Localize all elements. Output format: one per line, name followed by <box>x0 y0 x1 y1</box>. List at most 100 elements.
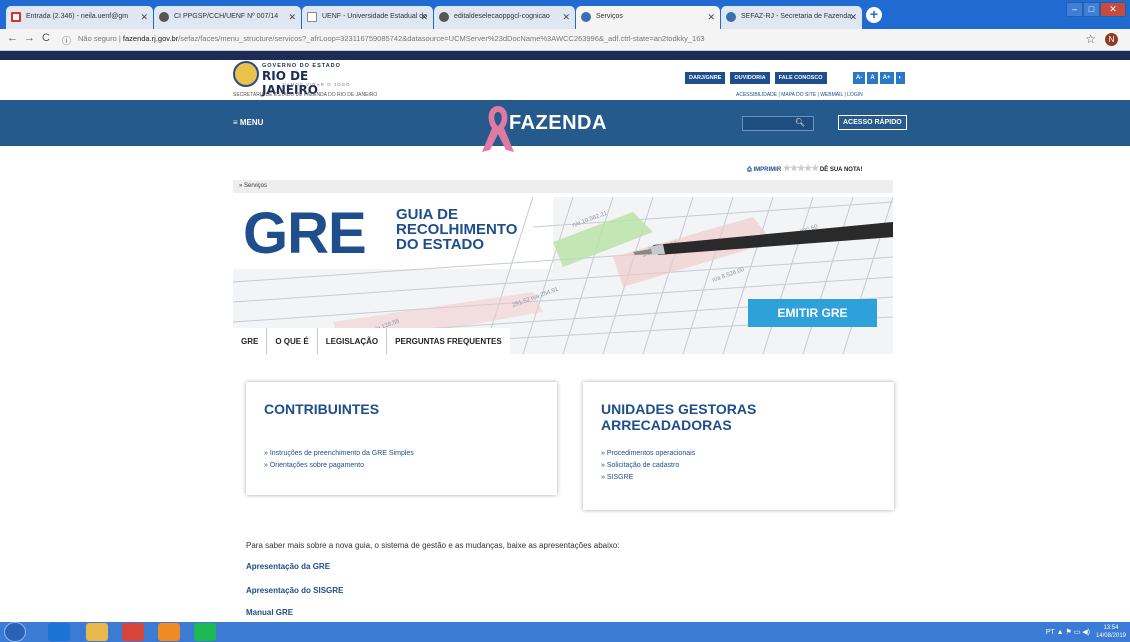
darj-gnre-button[interactable]: DARJ/GNRE <box>685 72 726 84</box>
close-tab-icon[interactable]: ✕ <box>849 12 857 23</box>
windows-taskbar: PT ▲ ⚑ ▭ ◀) 13:54 14/08/2019 <box>0 622 1130 642</box>
profile-avatar[interactable]: N <box>1105 33 1118 46</box>
font-normal-button[interactable]: A <box>867 72 878 84</box>
link-orientacoes[interactable]: » Orientações sobre pagamento <box>264 460 414 472</box>
card-title: CONTRIBUINTES <box>264 401 380 417</box>
spotify-icon[interactable] <box>194 623 216 641</box>
link-sisgre[interactable]: » SISGRE <box>601 472 695 484</box>
internet-explorer-icon[interactable] <box>48 623 70 641</box>
firefox-icon[interactable] <box>158 623 180 641</box>
download-apresentacao-gre[interactable]: Apresentação da GRE <box>246 562 330 571</box>
tab-o-que-e[interactable]: O QUE É <box>267 328 318 354</box>
font-decrease-button[interactable]: A- <box>853 72 866 84</box>
flag-icon[interactable]: ⚑ <box>1065 629 1073 636</box>
search-input[interactable]: 🔍︎ <box>742 116 814 131</box>
start-button[interactable] <box>4 622 26 642</box>
contrast-icon[interactable]: ◐ <box>895 72 906 84</box>
search-icon[interactable]: 🔍︎ <box>795 118 805 127</box>
close-tab-icon[interactable]: ✕ <box>420 12 428 23</box>
top-links: DARJ/GNRE OUVIDORIA FALE CONOSCO <box>685 72 827 84</box>
tab-title: CI PPGSP/CCH/UENF Nº 007/14 <box>174 13 279 20</box>
back-icon[interactable]: ← <box>7 32 18 44</box>
gmail-icon <box>11 12 21 22</box>
government-header: GOVERNO DO ESTADO RIO DE JANEIRO VAMOS V… <box>0 60 1130 100</box>
file-explorer-icon[interactable] <box>86 623 108 641</box>
reload-icon[interactable]: C <box>42 32 50 44</box>
tab-title: SEFAZ-RJ - Secretaria de Fazenda <box>741 13 852 20</box>
link-instrucoes[interactable]: » Instruções de preenchimento da GRE Sim… <box>264 448 414 460</box>
close-tab-icon[interactable]: ✕ <box>140 12 148 23</box>
download-apresentacao-sisgre[interactable]: Apresentação do SISGRE <box>246 586 343 595</box>
close-window-button[interactable]: ✕ <box>1100 2 1126 17</box>
globe-icon <box>581 12 591 22</box>
tab-gre[interactable]: GRE <box>233 328 268 354</box>
browser-toolbar: ← → C ⓘ Não seguro | fazenda.rj.gov.br/s… <box>0 29 1130 51</box>
utility-links[interactable]: ACESSIBILIDADE | MAPA DO SITE | WEBMAIL … <box>736 92 863 98</box>
forward-icon[interactable]: → <box>24 32 35 44</box>
unidades-links: » Procedimentos operacionais » Solicitaç… <box>601 448 695 484</box>
maximize-button[interactable]: □ <box>1083 2 1100 17</box>
browser-tab-edital[interactable]: editaldeselecaoppgcl-cognicao ✕ <box>434 6 575 29</box>
emitir-gre-button[interactable]: EMITIR GRE <box>748 299 877 327</box>
tab-title: editaldeselecaoppgcl-cognicao <box>454 13 550 20</box>
card-title: UNIDADES GESTORAS ARRECADADORAS <box>601 401 756 433</box>
breadcrumb[interactable]: » Serviços <box>233 180 893 193</box>
tab-legislacao[interactable]: LEGISLAÇÃO <box>318 328 388 354</box>
clock[interactable]: 13:54 14/08/2019 <box>1096 624 1126 640</box>
volume-icon[interactable]: ◀) <box>1082 629 1090 636</box>
main-nav-bar: ≡ MENU FAZENDA 🔍︎ ACESSO RÁPIDO <box>0 100 1130 152</box>
gre-subtitle: GUIA DE RECOLHIMENTO DO ESTADO <box>396 207 517 252</box>
url-domain: fazenda.rj.gov.br <box>122 34 179 43</box>
brand-title[interactable]: FAZENDA <box>509 112 607 135</box>
document-icon <box>307 12 317 22</box>
tab-title: UENF - Universidade Estadual do <box>322 13 428 20</box>
top-navy-strip <box>0 51 1130 60</box>
language-indicator[interactable]: PT <box>1046 629 1055 636</box>
chrome-icon[interactable] <box>122 623 144 641</box>
print-link[interactable]: IMPRIMIR <box>753 167 781 173</box>
close-tab-icon[interactable]: ✕ <box>288 12 296 23</box>
gre-subtitle-line: GUIA DE <box>396 206 458 223</box>
fale-conosco-button[interactable]: FALE CONOSCO <box>774 72 827 84</box>
browser-tab-gmail[interactable]: Entrada (2.346) - neila.uenf@gm ✕ <box>6 6 153 29</box>
intro-text: Para saber mais sobre a nova guia, o sis… <box>246 541 620 550</box>
bookmark-star-icon[interactable]: ☆ <box>1085 32 1096 46</box>
ouvidoria-button[interactable]: OUVIDORIA <box>730 72 770 84</box>
contribuintes-card: CONTRIBUINTES » Instruções de preenchime… <box>246 382 557 495</box>
download-manual-gre[interactable]: Manual GRE <box>246 608 293 617</box>
close-tab-icon[interactable]: ✕ <box>562 12 570 23</box>
card-title-line: ARRECADADORAS <box>601 417 732 433</box>
gre-logo-title: GRE <box>243 201 367 266</box>
browser-tab-strip: Entrada (2.346) - neila.uenf@gm ✕ CI PPG… <box>0 0 1130 29</box>
page-icon <box>439 12 449 22</box>
tab-perguntas-frequentes[interactable]: PERGUNTAS FREQUENTES <box>387 328 510 354</box>
contribuintes-links: » Instruções de preenchimento da GRE Sim… <box>264 448 414 472</box>
browser-tab-servicos[interactable]: Serviços ✕ <box>576 6 720 29</box>
printer-icon[interactable]: ⎙ <box>747 167 752 173</box>
info-icon: ⓘ <box>62 36 72 46</box>
browser-tab-uenf[interactable]: UENF - Universidade Estadual do ✕ <box>302 6 433 29</box>
window-controls: – □ ✕ <box>1066 2 1126 17</box>
acesso-rapido-button[interactable]: ACESSO RÁPIDO <box>838 115 907 130</box>
link-solicitacao[interactable]: » Solicitação de cadastro <box>601 460 695 472</box>
new-tab-button[interactable]: + <box>866 7 882 23</box>
link-procedimentos[interactable]: » Procedimentos operacionais <box>601 448 695 460</box>
font-increase-button[interactable]: A+ <box>879 72 894 84</box>
government-logo[interactable]: GOVERNO DO ESTADO RIO DE JANEIRO VAMOS V… <box>233 61 353 97</box>
security-label: Não seguro <box>78 34 117 43</box>
clock-time: 13:54 <box>1103 625 1119 631</box>
address-bar[interactable]: Não seguro | fazenda.rj.gov.br/sefaz/fac… <box>78 34 705 43</box>
rating-stars[interactable]: ★★★★★ <box>783 163 819 173</box>
browser-tab-sefaz[interactable]: SEFAZ-RJ - Secretaria de Fazenda ✕ <box>721 6 862 29</box>
network-icon[interactable]: ▭ <box>1074 629 1083 636</box>
print-rating-row: ⎙ IMPRIMIR ★★★★★ DÊ SUA NOTA! <box>747 163 863 174</box>
menu-button[interactable]: ≡ MENU <box>233 118 263 127</box>
web-page: GOVERNO DO ESTADO RIO DE JANEIRO VAMOS V… <box>0 51 1130 622</box>
close-tab-icon[interactable]: ✕ <box>707 12 715 23</box>
browser-tab-ci[interactable]: CI PPGSP/CCH/UENF Nº 007/14 ✕ <box>154 6 301 29</box>
globe-icon <box>726 12 736 22</box>
card-title-line: UNIDADES GESTORAS <box>601 401 757 417</box>
tab-title: Entrada (2.346) - neila.uenf@gm <box>26 13 129 20</box>
minimize-button[interactable]: – <box>1066 2 1083 17</box>
system-tray: PT ▲ ⚑ ▭ ◀) <box>1046 628 1090 636</box>
